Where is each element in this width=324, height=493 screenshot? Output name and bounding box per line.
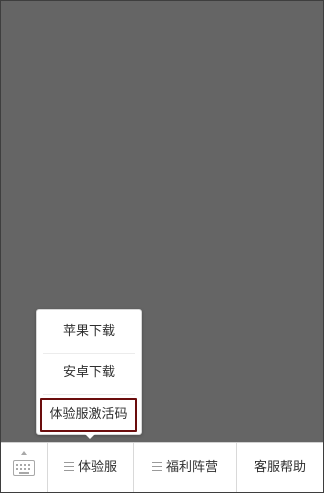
expand-arrow-icon: [21, 451, 27, 455]
menu-item-activation-code[interactable]: 体验服激活码: [40, 398, 137, 432]
keyboard-icon: [13, 460, 35, 476]
menu-lines-icon: [151, 461, 162, 471]
bottom-menu-bar: 体验服 福利阵营 客服帮助: [1, 442, 323, 492]
menu-divider: [43, 353, 135, 354]
app-frame: 苹果下载 安卓下载 体验服激活码 体验服 福利阵营 客服帮助: [0, 0, 324, 493]
menu-divider: [43, 394, 135, 395]
menu-item-android-download[interactable]: 安卓下载: [43, 357, 135, 389]
tab-label: 福利阵营: [165, 460, 218, 475]
menu-lines-icon: [63, 461, 74, 471]
tab-welfare-camp[interactable]: 福利阵营: [134, 443, 237, 492]
popup-pointer-arrow: [84, 433, 96, 439]
menu-item-apple-download[interactable]: 苹果下载: [43, 316, 135, 348]
tab-trial-server[interactable]: 体验服: [48, 443, 134, 492]
submenu-popup: 苹果下载 安卓下载 体验服激活码: [36, 309, 142, 439]
tab-label: 体验服: [77, 460, 117, 475]
tab-label: 客服帮助: [253, 460, 306, 475]
keyboard-toggle-button[interactable]: [1, 443, 48, 492]
tab-customer-help[interactable]: 客服帮助: [237, 443, 323, 492]
